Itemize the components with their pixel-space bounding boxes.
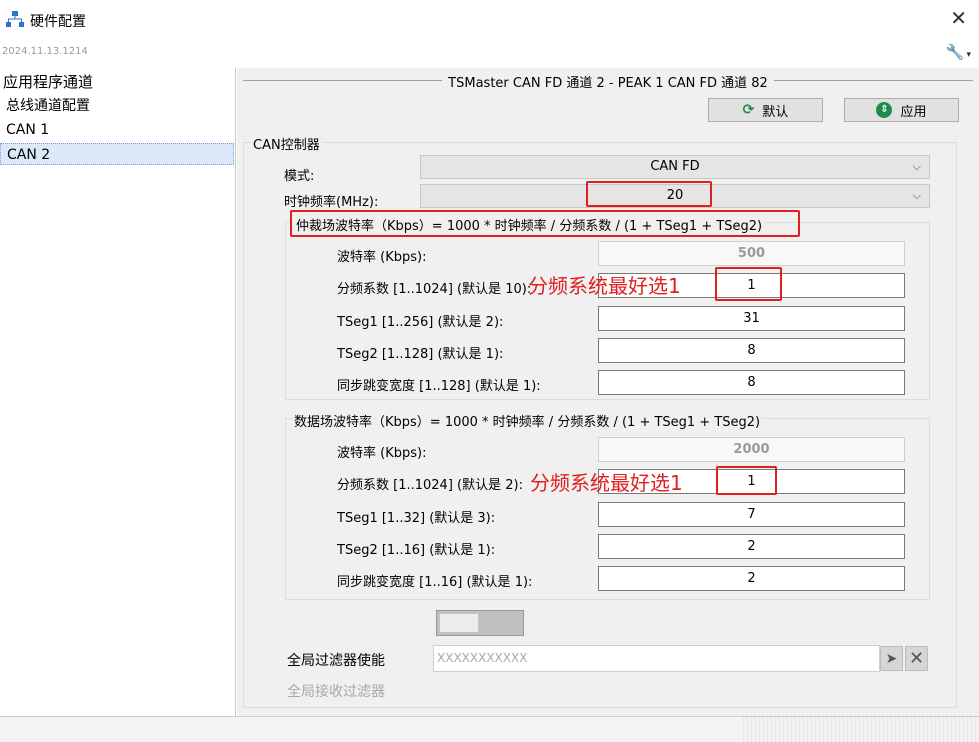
arb-tseg1-field[interactable]: 31	[598, 306, 905, 331]
cursor-icon: ➤	[885, 650, 898, 667]
filter-toggle[interactable]	[436, 610, 524, 636]
data-sjw-field[interactable]: 2	[598, 566, 905, 591]
clock-label: 时钟频率(MHz):	[284, 195, 379, 210]
arb-prescaler-label: 分频系数 [1..1024] (默认是 10):	[337, 282, 532, 297]
arb-bitrate-label: 波特率 (Kbps):	[337, 250, 427, 265]
data-prescaler-highlight	[716, 466, 777, 495]
arb-tseg1-label: TSeg1 [1..256] (默认是 2):	[337, 315, 504, 330]
channel-tree: 应用程序通道 总线通道配置 CAN 1 CAN 2	[0, 68, 236, 716]
global-accept-filter-label: 全局接收过滤器	[287, 684, 385, 700]
mode-label: 模式:	[284, 169, 315, 184]
arb-prescaler-highlight	[715, 267, 782, 301]
toolbar: 2024.11.13.1214 🔧 ▾	[0, 40, 979, 66]
mode-value: CAN FD	[650, 159, 700, 174]
data-prescaler-note: 分频系统最好选1	[530, 471, 683, 495]
pointer-button[interactable]: ➤	[880, 646, 903, 671]
arb-sjw-field[interactable]: 8	[598, 370, 905, 395]
mode-select[interactable]: CAN FD ⌵	[420, 155, 930, 179]
chevron-down-icon: ▾	[966, 50, 971, 60]
apply-button-label: 应用	[900, 104, 927, 120]
arb-tseg2-label: TSeg2 [1..128] (默认是 1):	[337, 347, 504, 362]
chevron-down-icon: ⌵	[912, 189, 921, 202]
global-filter-input[interactable]: XXXXXXXXXXX	[433, 645, 880, 672]
default-button[interactable]: ⟳ 默认	[708, 98, 823, 122]
wrench-icon: 🔧	[945, 43, 965, 61]
apply-button[interactable]: ⇕ 应用	[844, 98, 959, 122]
global-filter-enable-label: 全局过滤器使能	[287, 653, 385, 669]
arb-bitrate-field: 500	[598, 241, 905, 266]
data-bitrate-field: 2000	[598, 437, 905, 462]
panel-title: TSMaster CAN FD 通道 2 - PEAK 1 CAN FD 通道 …	[442, 76, 774, 91]
data-prescaler-label: 分频系数 [1..1024] (默认是 2):	[337, 478, 523, 493]
refresh-icon: ⟳	[742, 102, 755, 118]
data-tseg1-label: TSeg1 [1..32] (默认是 3):	[337, 511, 496, 526]
can-controller-label: CAN控制器	[251, 134, 322, 153]
title-bar: 硬件配置 ✕	[0, 0, 979, 40]
default-button-label: 默认	[762, 104, 789, 120]
build-date: 2024.11.13.1214	[2, 46, 88, 57]
panel-header: TSMaster CAN FD 通道 2 - PEAK 1 CAN FD 通道 …	[237, 68, 979, 91]
close-icon[interactable]: ✕	[950, 8, 967, 28]
data-formula: 数据场波特率（Kbps）= 1000 * 时钟频率 / 分频系数 / (1 + …	[292, 411, 763, 430]
toggle-knob[interactable]	[439, 613, 479, 633]
wrench-menu-button[interactable]: 🔧 ▾	[946, 43, 971, 61]
formula-highlight	[290, 210, 800, 237]
data-sjw-label: 同步跳变宽度 [1..16] (默认是 1):	[337, 575, 533, 590]
arb-prescaler-note: 分频系统最好选1	[528, 274, 681, 298]
network-icon	[6, 11, 24, 27]
clear-button[interactable]: ✕	[905, 646, 928, 671]
apply-icon: ⇕	[876, 102, 893, 118]
clock-highlight	[586, 181, 712, 207]
arb-tseg2-field[interactable]: 8	[598, 338, 905, 363]
arb-sjw-label: 同步跳变宽度 [1..128] (默认是 1):	[337, 379, 541, 394]
tree-item-bus-config[interactable]: 总线通道配置	[0, 95, 234, 117]
clear-icon: ✕	[908, 648, 925, 669]
tree-item-can1[interactable]: CAN 1	[0, 119, 234, 141]
data-tseg1-field[interactable]: 7	[598, 502, 905, 527]
tree-item-app-channels[interactable]: 应用程序通道	[0, 71, 234, 93]
channel-settings-panel: TSMaster CAN FD 通道 2 - PEAK 1 CAN FD 通道 …	[237, 68, 979, 716]
data-tseg2-label: TSeg2 [1..16] (默认是 1):	[337, 543, 496, 558]
window-title: 硬件配置	[30, 14, 86, 30]
resize-grip[interactable]	[740, 717, 979, 742]
status-bar	[0, 716, 979, 742]
hardware-config-window: 硬件配置 ✕ 2024.11.13.1214 🔧 ▾ 应用程序通道 总线通道配置 …	[0, 0, 979, 742]
data-tseg2-field[interactable]: 2	[598, 534, 905, 559]
tree-item-can2[interactable]: CAN 2	[0, 143, 234, 165]
chevron-down-icon: ⌵	[912, 160, 921, 173]
data-bitrate-label: 波特率 (Kbps):	[337, 446, 427, 461]
